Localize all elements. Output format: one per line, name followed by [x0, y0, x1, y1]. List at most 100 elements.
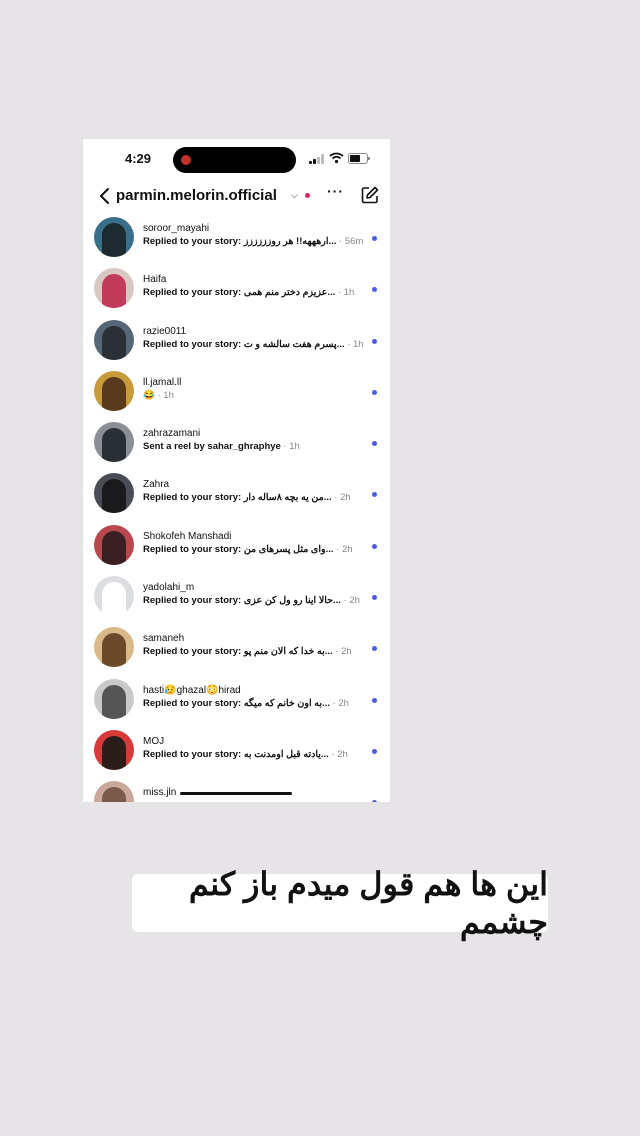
avatar[interactable] — [94, 473, 134, 514]
avatar[interactable] — [94, 627, 134, 668]
dynamic-island — [173, 147, 296, 173]
thread-preview: Replied to your story: ...من یه بچه ۸سال… — [143, 492, 351, 503]
avatar-figure — [102, 428, 126, 463]
avatar[interactable] — [94, 524, 134, 565]
avatar-figure — [102, 376, 126, 411]
thread-time: · 1h — [283, 441, 300, 453]
preview-prefix: Replied to your story: — [143, 748, 242, 760]
thread-row[interactable]: zahrazamani Sent a reel by sahar_ghraphye… — [83, 417, 390, 468]
thread-row[interactable]: ll.jamal.ll 😂 · 1h — [83, 366, 390, 417]
unread-dot — [372, 236, 377, 241]
avatar-figure — [102, 530, 126, 565]
thread-time: · 2h — [329, 697, 349, 709]
thread-preview: Replied to your story: ...پسرم هفت سالشه… — [143, 339, 364, 350]
thread-time: · 1h — [344, 338, 364, 350]
thread-time: · 2h — [333, 543, 353, 555]
thread-username: Shokofeh Manshadi — [143, 530, 232, 542]
preview-prefix: Replied to your story: — [143, 287, 242, 299]
thread-time: · 2h — [332, 646, 352, 658]
thread-preview: Replied to your story: ...به اون خانم که… — [143, 698, 349, 709]
thread-username: zahrazamani — [143, 428, 201, 440]
thread-time: · 1h — [154, 389, 174, 401]
cellular-signal-icon — [309, 154, 325, 164]
avatar[interactable] — [94, 217, 134, 257]
avatar[interactable] — [94, 781, 134, 802]
more-options-icon[interactable]: ··· — [327, 183, 344, 199]
avatar-figure — [102, 787, 126, 802]
thread-username: razie0011 — [143, 325, 187, 337]
preview-prefix: Replied to your story: — [143, 646, 242, 658]
unread-dot — [372, 697, 377, 703]
unread-dot — [372, 338, 377, 344]
preview-text: ...پسرم هفت سالشه و ت — [243, 338, 345, 350]
unread-dot — [372, 800, 377, 802]
thread-row[interactable]: yadolahi_m Replied to your story: ...حالا… — [83, 571, 390, 622]
thread-preview: Sent a reel by sahar_ghraphye · 1h — [143, 441, 300, 452]
avatar-figure — [102, 633, 126, 668]
thread-row[interactable]: miss.jln — [83, 776, 390, 802]
thread-row[interactable]: soroor_mayahi Replied to your story: ...ا… — [83, 212, 390, 263]
avatar-figure — [102, 582, 126, 617]
thread-time: · 2h — [340, 595, 360, 607]
preview-text: ...ارهههه!! هر روزززززز — [243, 236, 337, 247]
thread-time: · 56m — [336, 236, 364, 247]
thread-time: · 2h — [328, 748, 348, 760]
thread-username: Zahra — [143, 479, 170, 491]
thread-row[interactable]: Haifa Replied to your story: ...عزیزم دخت… — [83, 263, 390, 314]
chevron-down-icon[interactable]: ⌵ — [291, 190, 298, 201]
preview-prefix: Replied to your story: — [143, 595, 242, 607]
avatar[interactable] — [94, 729, 134, 770]
thread-time: · 2h — [331, 492, 351, 504]
thread-preview: Replied to your story: ...وای مثل پسرهای… — [143, 544, 353, 555]
battery-icon — [348, 153, 370, 164]
avatar[interactable] — [94, 678, 134, 719]
thread-username: miss.jln — [143, 787, 177, 799]
thread-username: yadolahi_m — [143, 582, 195, 594]
avatar[interactable] — [94, 268, 134, 309]
phone-screenshot: 4:29 parmin.melorin.official ⌵ ··· soroo… — [83, 139, 390, 802]
wifi-icon — [329, 152, 344, 164]
back-arrow-icon[interactable] — [97, 186, 113, 206]
preview-text: ...حالا اینا رو ول کن عزی — [243, 595, 341, 607]
avatar[interactable] — [94, 422, 134, 463]
thread-row[interactable]: Zahra Replied to your story: ...من یه بچه… — [83, 468, 390, 519]
avatar-figure — [102, 325, 126, 360]
thread-preview: Replied to your story: ...به خدا که الان… — [143, 646, 352, 657]
compose-icon[interactable] — [361, 186, 379, 204]
thread-username: soroor_mayahi — [143, 223, 210, 234]
preview-text: ...یادته قبل اومدنت به — [243, 748, 329, 760]
avatar[interactable] — [94, 319, 134, 360]
preview-text: ...به خدا که الان منم پو — [243, 646, 333, 658]
thread-row[interactable]: MOJ Replied to your story: ...یادته قبل ا… — [83, 725, 390, 776]
thread-preview: Replied to your story: ...ارهههه!! هر رو… — [143, 236, 363, 247]
avatar[interactable] — [94, 370, 134, 411]
unread-dot — [372, 441, 377, 447]
preview-text: ...عزیزم دختر منم همی — [243, 287, 336, 299]
preview-prefix: Replied to your story: — [143, 338, 242, 350]
unread-dot — [372, 543, 377, 549]
thread-row[interactable]: razie0011 Replied to your story: ...پسرم … — [83, 315, 390, 366]
thread-preview: Replied to your story: ...حالا اینا رو و… — [143, 595, 360, 606]
preview-prefix: Replied to your story: — [143, 492, 242, 504]
avatar[interactable] — [94, 576, 134, 617]
unread-dot — [372, 492, 377, 498]
thread-row[interactable]: Shokofeh Manshadi Replied to your story: … — [83, 520, 390, 571]
avatar-figure — [102, 735, 126, 770]
preview-text: ...به اون خانم که میگه — [243, 697, 330, 709]
thread-username: Haifa — [143, 274, 167, 286]
status-bar: 4:29 — [83, 139, 390, 179]
thread-username: samaneh — [143, 633, 185, 645]
message-thread-list: soroor_mayahi Replied to your story: ...ا… — [83, 212, 390, 802]
thread-row[interactable]: samaneh Replied to your story: ...به خدا … — [83, 622, 390, 673]
notification-dot — [305, 193, 310, 198]
account-title[interactable]: parmin.melorin.official — [116, 187, 277, 204]
preview-text: ...من یه بچه ۸ساله دار — [243, 492, 332, 504]
thread-username: hasti😥ghazal😳hirad — [143, 684, 241, 696]
thread-row[interactable]: hasti😥ghazal😳hirad Replied to your story:… — [83, 674, 390, 725]
thread-username: MOJ — [143, 735, 165, 747]
avatar-figure — [102, 479, 126, 514]
status-time: 4:29 — [125, 151, 152, 166]
preview-prefix: Replied to your story: — [143, 543, 242, 555]
preview-prefix: Replied to your story: — [143, 236, 242, 247]
avatar-figure — [102, 684, 126, 719]
